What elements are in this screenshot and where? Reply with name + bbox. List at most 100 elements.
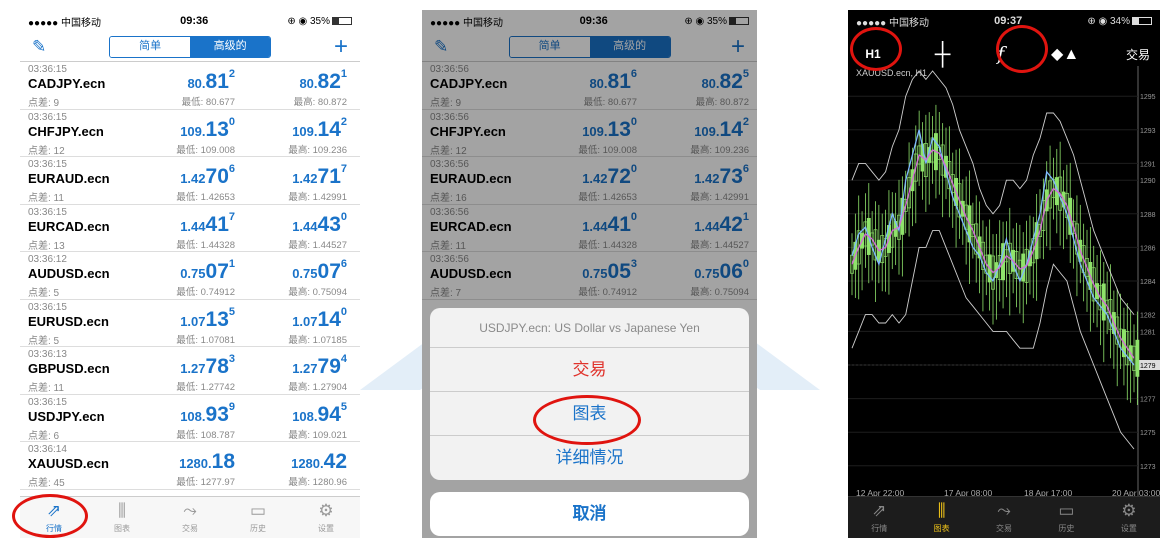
y-tick-label: 1277 bbox=[1140, 397, 1156, 404]
sheet-chart-button[interactable]: 图表 bbox=[430, 392, 749, 436]
high-price: 最高: 80.872 bbox=[293, 97, 347, 108]
sheet-details-button[interactable]: 详细情况 bbox=[430, 436, 749, 480]
low-price: 最低: 80.677 bbox=[181, 97, 235, 108]
sheet-trade-button[interactable]: 交易 bbox=[430, 348, 749, 392]
battery-indicator: ⊕ ◉ 35% bbox=[287, 16, 352, 27]
y-tick-label: 1291 bbox=[1140, 161, 1156, 168]
trade-icon: ⤳ bbox=[183, 501, 197, 520]
add-symbol-icon[interactable]: + bbox=[334, 34, 348, 59]
quotes-icon: ⇗ bbox=[46, 501, 62, 520]
phone-chart: ●●●●● 中国移动 09:37 ⊕ ◉ 34% H1 ┼ f ◆▲ 交易 12… bbox=[848, 10, 1160, 538]
high-price: 最高: 0.75094 bbox=[288, 287, 347, 298]
alarm-icon: ⊕ ◉ bbox=[1087, 15, 1110, 27]
history-icon: ▭ bbox=[249, 501, 267, 520]
quote-symbol: CHFJPY.ecn bbox=[28, 123, 104, 139]
tab-label: 交易 bbox=[182, 524, 198, 533]
bid-price: 80.812 bbox=[187, 68, 235, 93]
chart-symbol-label: XAUUSD.ecn, H1 bbox=[856, 68, 928, 78]
segment-advanced[interactable]: 高级的 bbox=[190, 36, 271, 57]
timeframe-button[interactable]: H1 bbox=[858, 47, 888, 61]
chart-icon: ⫼ bbox=[118, 501, 126, 520]
y-tick-label: 1288 bbox=[1140, 212, 1156, 219]
segment-simple[interactable]: 简单 bbox=[110, 36, 191, 57]
tab-quotes[interactable]: ⇗ 行情 bbox=[20, 497, 88, 538]
quote-row[interactable]: 03:36:15 EURAUD.ecn 点差: 11 1.42706 1.42717 最低… bbox=[20, 157, 360, 205]
y-tick-label: 1282 bbox=[1140, 313, 1156, 320]
quote-spread: 点差: 5 bbox=[28, 288, 60, 299]
quote-time: 03:36:15 bbox=[28, 111, 67, 123]
quote-symbol: CADJPY.ecn bbox=[28, 76, 106, 91]
y-tick-label: 1284 bbox=[1140, 279, 1156, 286]
quote-spread: 点差: 45 bbox=[28, 478, 65, 489]
tab-settings[interactable]: ⚙ 设置 bbox=[1098, 497, 1160, 538]
edit-pencil-icon[interactable]: ✎ bbox=[32, 37, 46, 57]
bid-price: 1.44417 bbox=[180, 210, 235, 236]
chart-icon: ⫼ bbox=[937, 501, 946, 520]
y-tick-label: 1281 bbox=[1140, 329, 1156, 336]
ask-price: 1.07140 bbox=[292, 305, 347, 331]
phone-quotes-advanced: ●●●●● 中国移动 09:36 ⊕ ◉ 35% ✎ 简单 高级的 + 03:3… bbox=[20, 10, 360, 538]
quote-time: 03:36:14 bbox=[28, 444, 67, 455]
quote-row[interactable]: 03:36:14 XAUUSD.ecn 点差: 45 1280.18 1280.42 最低… bbox=[20, 442, 360, 490]
bid-price: 108.939 bbox=[180, 400, 235, 426]
quote-row[interactable]: 03:36:15 EURCAD.ecn 点差: 13 1.44417 1.44430 最低… bbox=[20, 205, 360, 252]
quote-symbol: GBPUSD.ecn bbox=[28, 361, 110, 376]
battery-icon bbox=[332, 16, 352, 25]
objects-icon[interactable]: ◆▲ bbox=[1051, 44, 1079, 64]
high-price: 最高: 109.236 bbox=[288, 144, 347, 156]
bid-price: 109.130 bbox=[180, 115, 235, 141]
ask-price: 109.142 bbox=[292, 115, 347, 141]
tab-label: 图表 bbox=[114, 524, 130, 533]
indicator-function-icon[interactable]: f bbox=[997, 43, 1004, 65]
quote-symbol: XAUUSD.ecn bbox=[28, 456, 109, 471]
carrier-label: ●●●●● 中国移动 bbox=[856, 17, 929, 29]
tab-label: 历史 bbox=[250, 524, 266, 533]
price-chart[interactable]: 1295 1293 1291 1290 1288 1286 1284 1282 1281 1279… bbox=[848, 66, 1160, 496]
bid-price: 1280.18 bbox=[179, 450, 235, 473]
quote-row[interactable]: 03:36:15 EURUSD.ecn 点差: 5 1.07135 1.07140 最低:… bbox=[20, 300, 360, 347]
candle-body bbox=[1135, 339, 1140, 377]
tab-label: 行情 bbox=[871, 524, 888, 533]
quote-time: 03:36:15 bbox=[28, 301, 67, 313]
bid-price: 1.27783 bbox=[180, 353, 235, 378]
quotes-list: 03:36:15 CADJPY.ecn 点差: 9 80.812 80.821 最低: 8… bbox=[20, 62, 360, 490]
y-tick-label: 1273 bbox=[1140, 464, 1156, 471]
quote-row[interactable]: 03:36:13 GBPUSD.ecn 点差: 11 1.27783 1.27794 最低… bbox=[20, 347, 360, 395]
tab-label: 交易 bbox=[996, 524, 1013, 533]
low-price: 最低: 1.42653 bbox=[176, 192, 235, 203]
status-bar: ●●●●● 中国移动 09:37 ⊕ ◉ 34% bbox=[848, 10, 1160, 32]
quote-row[interactable]: 03:36:15 CADJPY.ecn 点差: 9 80.812 80.821 最低: 8… bbox=[20, 62, 360, 110]
quote-spread: 点差: 6 bbox=[28, 430, 60, 442]
crosshair-icon[interactable]: ┼ bbox=[935, 41, 951, 67]
tab-quotes[interactable]: ⇗ 行情 bbox=[848, 497, 910, 538]
low-price: 最低: 109.008 bbox=[176, 144, 235, 156]
low-price: 最低: 1.44328 bbox=[176, 239, 235, 251]
phone-quotes-action-sheet: ●●●●● 中国移动 09:36 ⊕ ◉ 35% ✎ 简单 高级的 + 03:3… bbox=[422, 10, 757, 538]
trade-icon: ⤳ bbox=[997, 501, 1011, 520]
sheet-cancel-button[interactable]: 取消 bbox=[430, 492, 749, 536]
quote-row[interactable]: 03:36:12 AUDUSD.ecn 点差: 5 0.75071 0.75076 最低:… bbox=[20, 252, 360, 300]
tab-settings[interactable]: ⚙ 设置 bbox=[292, 497, 360, 538]
low-price: 最低: 1.07081 bbox=[176, 334, 235, 346]
tab-chart[interactable]: ⫼ 图表 bbox=[910, 497, 972, 538]
high-price: 最高: 1.44527 bbox=[288, 239, 347, 251]
settings-icon: ⚙ bbox=[318, 501, 334, 520]
chart-trade-button[interactable]: 交易 bbox=[1126, 46, 1150, 63]
ask-price: 1.42717 bbox=[292, 163, 347, 188]
tab-history[interactable]: ▭ 历史 bbox=[224, 497, 292, 538]
quote-row[interactable]: 03:36:15 USDJPY.ecn 点差: 6 108.939 108.945 最低:… bbox=[20, 395, 360, 442]
tab-trade[interactable]: ⤳ 交易 bbox=[156, 497, 224, 538]
low-price: 最低: 0.74912 bbox=[176, 287, 235, 298]
bid-price: 1.07135 bbox=[180, 305, 235, 331]
quote-spread: 点差: 5 bbox=[28, 335, 60, 347]
ask-price: 1.27794 bbox=[292, 353, 347, 378]
tab-trade[interactable]: ⤳ 交易 bbox=[973, 497, 1035, 538]
tab-history[interactable]: ▭ 历史 bbox=[1035, 497, 1097, 538]
quote-row[interactable]: 03:36:15 CHFJPY.ecn 点差: 12 109.130 109.142 最低… bbox=[20, 110, 360, 157]
tab-label: 行情 bbox=[46, 524, 62, 533]
current-price-label: 1279 bbox=[1140, 363, 1156, 370]
quote-time: 03:36:13 bbox=[28, 349, 67, 360]
quote-time: 03:36:15 bbox=[28, 206, 67, 218]
tab-chart[interactable]: ⫼ 图表 bbox=[88, 497, 156, 538]
mode-segmented-control: 简单 高级的 bbox=[109, 35, 272, 58]
